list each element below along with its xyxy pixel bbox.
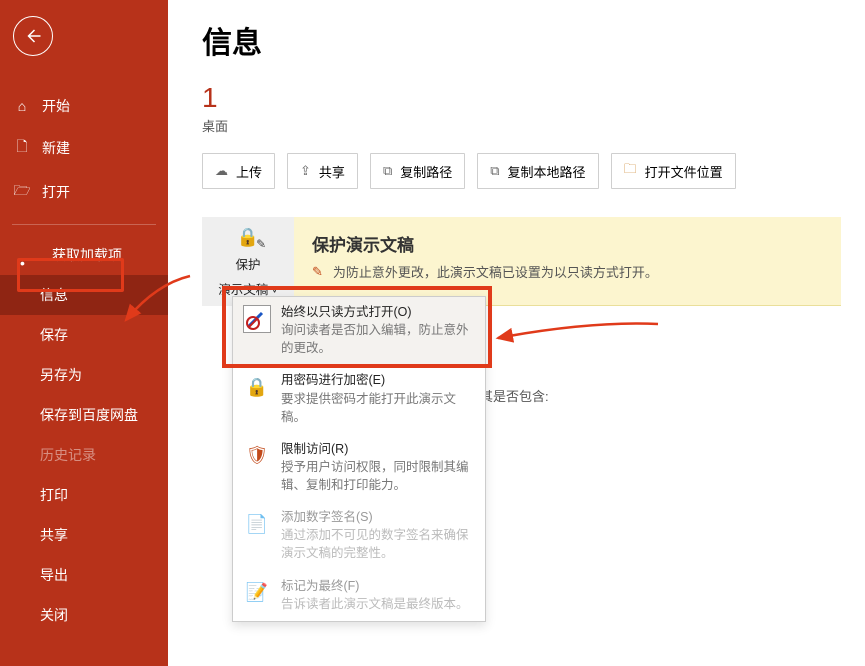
button-label: 共享	[319, 162, 345, 181]
dropdown-item-desc: 询问读者是否加入编辑，防止意外的更改。	[281, 321, 475, 357]
button-label: 复制路径	[400, 162, 452, 181]
sidebar: ⌂ 开始 🗋 新建 🗁 打开 获取加载项 信息 保存 另存为 保存到百度网盘 历史记录…	[0, 0, 168, 666]
home-icon: ⌂	[14, 98, 30, 114]
sidebar-item-addins[interactable]: 获取加载项	[0, 235, 168, 275]
sidebar-item-label: 打开	[42, 182, 70, 202]
toolbar: ☁ 上传 ⇪ 共享 ⧉ 复制路径 ⧉ 复制本地路径 🗀 打开文件位置	[202, 153, 841, 189]
cloud-upload-icon: ☁	[215, 163, 228, 179]
upload-button[interactable]: ☁ 上传	[202, 153, 275, 189]
button-label: 打开文件位置	[645, 162, 723, 181]
page-title: 信息	[202, 18, 841, 62]
sidebar-item-share[interactable]: 共享	[0, 515, 168, 555]
dropdown-item-final: 📝 标记为最终(F)告诉读者此演示文稿是最终版本。	[233, 571, 485, 621]
sidebar-item-history[interactable]: 历史记录	[0, 435, 168, 475]
sidebar-item-label: 保存	[40, 325, 68, 345]
lock-icon: 🔒	[243, 373, 271, 401]
copy-path-button[interactable]: ⧉ 复制路径	[370, 153, 465, 189]
lock-icon: 🔒✎	[237, 227, 259, 248]
copy-local-path-button[interactable]: ⧉ 复制本地路径	[477, 153, 598, 189]
open-file-location-button[interactable]: 🗀 打开文件位置	[611, 153, 736, 189]
link-icon: ⧉	[490, 163, 499, 179]
sidebar-item-label: 开始	[42, 96, 70, 116]
sidebar-item-export[interactable]: 导出	[0, 555, 168, 595]
sidebar-item-home[interactable]: ⌂ 开始	[0, 86, 168, 126]
final-mark-icon: 📝	[243, 579, 271, 607]
dropdown-item-desc: 要求提供密码才能打开此演示文稿。	[281, 390, 475, 426]
dropdown-item-title: 始终以只读方式打开(O)	[281, 303, 475, 321]
sidebar-item-label: 获取加载项	[52, 245, 122, 265]
protect-button-line1: 保护	[235, 254, 260, 273]
share-icon: ⇪	[300, 163, 311, 179]
button-label: 复制本地路径	[508, 162, 586, 181]
document-location: 桌面	[202, 116, 841, 135]
sidebar-item-label: 关闭	[40, 605, 68, 625]
protect-dropdown: 始终以只读方式打开(O)询问读者是否加入编辑，防止意外的更改。 🔒 用密码进行加…	[232, 296, 486, 622]
protect-info-panel: 保护演示文稿 ✎ 为防止意外更改，此演示文稿已设置为以只读方式打开。	[294, 217, 841, 306]
sidebar-item-save-baidu[interactable]: 保存到百度网盘	[0, 395, 168, 435]
file-icon: 🗋	[14, 136, 30, 160]
dropdown-item-desc: 告诉读者此演示文稿是最终版本。	[281, 595, 469, 613]
sidebar-item-label: 导出	[40, 565, 68, 585]
share-button[interactable]: ⇪ 共享	[287, 153, 358, 189]
sidebar-item-label: 保存到百度网盘	[40, 405, 138, 425]
sidebar-item-label: 另存为	[40, 365, 82, 385]
pen-icon: ✎	[312, 264, 323, 280]
dropdown-item-title: 限制访问(R)	[281, 440, 475, 458]
link-icon: ⧉	[383, 163, 392, 179]
back-button[interactable]	[13, 16, 53, 56]
dropdown-item-signature: 📄 添加数字签名(S)通过添加不可见的数字签名来确保演示文稿的完整性。	[233, 502, 485, 570]
document-title: 1	[202, 82, 841, 114]
readonly-icon	[243, 305, 271, 333]
dropdown-item-restrict[interactable]: 🛡 限制访问(R)授予用户访问权限，同时限制其编辑、复制和打印能力。	[233, 434, 485, 502]
folder-icon: 🗀	[624, 160, 637, 182]
sidebar-item-label: 新建	[42, 138, 70, 158]
restrict-access-icon: 🛡	[243, 442, 271, 470]
dropdown-item-title: 添加数字签名(S)	[281, 508, 475, 526]
pen-icon: ✎	[256, 237, 266, 251]
dropdown-item-title: 用密码进行加密(E)	[281, 371, 475, 389]
sidebar-item-open[interactable]: 🗁 打开	[0, 170, 168, 214]
protect-presentation-section: 🔒✎ 保护 演示文稿 保护演示文稿 ✎ 为防止意外更改，此演示文稿已设置为以只读方…	[202, 217, 841, 306]
button-label: 上传	[236, 162, 262, 181]
dropdown-item-title: 标记为最终(F)	[281, 577, 469, 595]
protect-info-desc: 为防止意外更改，此演示文稿已设置为以只读方式打开。	[333, 262, 658, 281]
protect-info-title: 保护演示文稿	[312, 231, 823, 256]
sidebar-item-save[interactable]: 保存	[0, 315, 168, 355]
dropdown-item-desc: 通过添加不可见的数字签名来确保演示文稿的完整性。	[281, 526, 475, 562]
folder-open-icon: 🗁	[14, 180, 30, 204]
dropdown-item-desc: 授予用户访问权限，同时限制其编辑、复制和打印能力。	[281, 458, 475, 494]
sidebar-item-label: 信息	[40, 285, 68, 305]
certificate-icon: 📄	[243, 510, 271, 538]
sidebar-item-close[interactable]: 关闭	[0, 595, 168, 635]
sidebar-item-print[interactable]: 打印	[0, 475, 168, 515]
sidebar-item-label: 共享	[40, 525, 68, 545]
sidebar-item-saveas[interactable]: 另存为	[0, 355, 168, 395]
protect-presentation-button[interactable]: 🔒✎ 保护 演示文稿	[202, 217, 294, 306]
dropdown-item-readonly[interactable]: 始终以只读方式打开(O)询问读者是否加入编辑，防止意外的更改。	[233, 297, 485, 365]
dropdown-item-encrypt[interactable]: 🔒 用密码进行加密(E)要求提供密码才能打开此演示文稿。	[233, 365, 485, 433]
sidebar-item-label: 打印	[40, 485, 68, 505]
sidebar-item-info[interactable]: 信息	[0, 275, 168, 315]
sidebar-item-new[interactable]: 🗋 新建	[0, 126, 168, 170]
sidebar-item-label: 历史记录	[40, 445, 96, 465]
